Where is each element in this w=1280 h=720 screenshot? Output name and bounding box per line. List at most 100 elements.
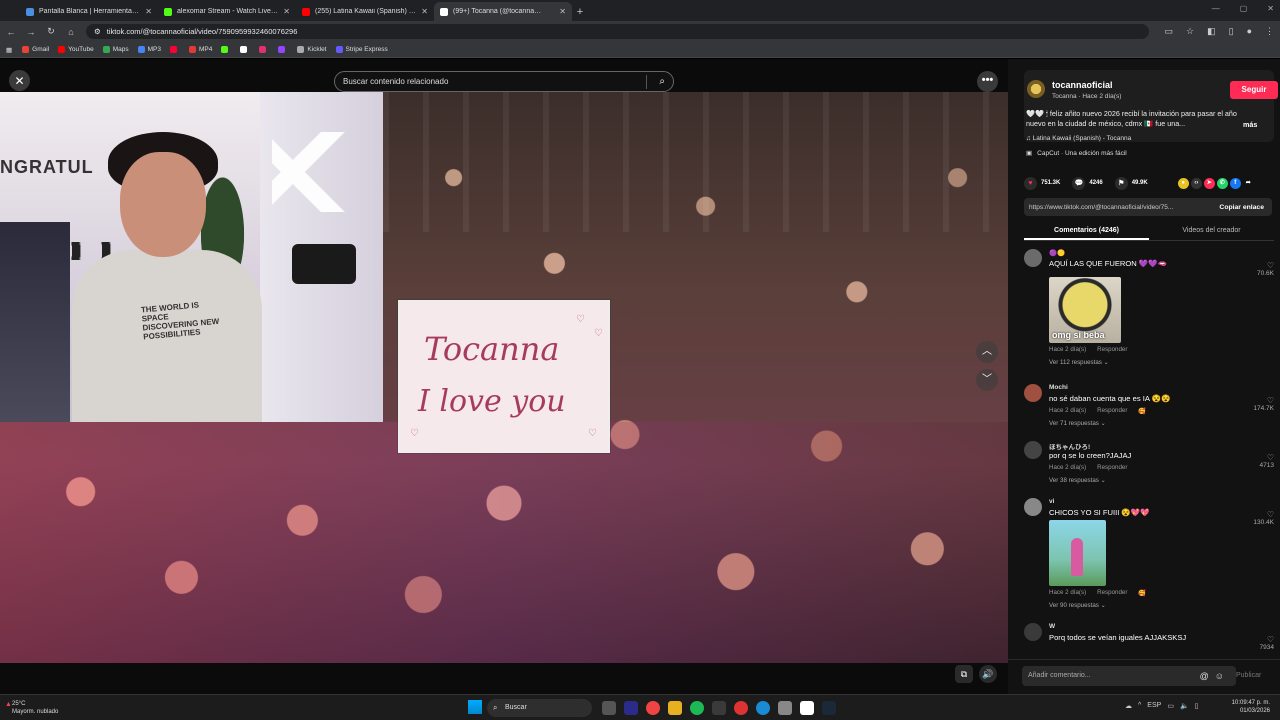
author-avatar[interactable]: [1027, 80, 1045, 98]
browser-menu-icon[interactable]: ⋮: [1265, 26, 1274, 37]
commenter-name[interactable]: vi: [1049, 498, 1054, 505]
spotify-icon[interactable]: [690, 701, 704, 715]
input-language[interactable]: ESP: [1147, 702, 1161, 710]
facebook-icon[interactable]: f: [1229, 177, 1241, 189]
system-clock[interactable]: 10:09:47 p. m. 01/03/2026: [1220, 699, 1270, 715]
forward-icon[interactable]: →: [26, 27, 36, 37]
related-search-input[interactable]: Buscar contenido relacionado ⌕: [334, 71, 674, 92]
send-icon[interactable]: ➤: [1203, 177, 1215, 189]
maximize-button[interactable]: ▢: [1240, 4, 1248, 13]
commenter-avatar[interactable]: [1024, 498, 1042, 516]
mention-emoji-icons[interactable]: @☺: [1200, 666, 1230, 686]
comment-like[interactable]: ♡ 4713: [1260, 453, 1274, 469]
volume-icon[interactable]: 🔊: [979, 665, 997, 683]
weather-widget[interactable]: ▲ 25°C Mayorm. nublado: [5, 700, 58, 716]
browser-tab[interactable]: (99+) Tocanna (@tocanna… ✕: [434, 2, 572, 21]
more-options-icon[interactable]: •••: [977, 71, 998, 92]
edge-icon[interactable]: [756, 701, 770, 715]
tab-comments[interactable]: Comentarios (4246): [1024, 221, 1149, 240]
browser-tab[interactable]: Pantalla Blanca | Herramienta … ✕: [20, 2, 158, 21]
author-name[interactable]: tocannaoficial: [1052, 80, 1113, 90]
close-icon[interactable]: ✕: [9, 70, 30, 91]
comment-like[interactable]: ♡ 70.6K: [1257, 261, 1274, 277]
commenter-name[interactable]: 🟣🟡: [1049, 249, 1065, 257]
extensions-icon[interactable]: ◧: [1207, 26, 1216, 37]
like-stat[interactable]: ♥ 751.3K: [1024, 176, 1060, 190]
bookmark-item[interactable]: Maps: [102, 46, 129, 53]
browser-tab[interactable]: (255) Latina Kawaii (Spanish) - … ✕: [296, 2, 434, 21]
comment-like[interactable]: ♡ 7934: [1260, 635, 1274, 651]
tab-close-icon[interactable]: ✕: [421, 7, 428, 16]
bookmark-item[interactable]: [221, 46, 231, 53]
home-icon[interactable]: ⌂: [66, 27, 76, 37]
pip-icon[interactable]: ⧉: [955, 665, 973, 683]
commenter-avatar[interactable]: [1024, 384, 1042, 402]
close-window-button[interactable]: ✕: [1267, 4, 1274, 13]
comment-input[interactable]: Añadir comentario... @☺: [1022, 666, 1236, 686]
comment-like[interactable]: ♡ 130.4K: [1253, 510, 1274, 526]
music-link[interactable]: ♫ Latina Kawaii (Spanish) - Tocanna: [1026, 135, 1131, 142]
back-icon[interactable]: ←: [6, 27, 16, 37]
bookmark-item[interactable]: [278, 46, 288, 53]
commenter-name[interactable]: Mochi: [1049, 384, 1068, 391]
cast-icon[interactable]: ▭: [1165, 26, 1174, 37]
steam-icon[interactable]: [822, 701, 836, 715]
save-stat[interactable]: ⚑ 49.9K: [1114, 176, 1148, 190]
premiere-icon[interactable]: [624, 701, 638, 715]
view-replies-button[interactable]: Ver 112 respuestas ⌄: [1049, 359, 1109, 366]
reload-icon[interactable]: ↻: [46, 26, 56, 37]
tab-close-icon[interactable]: ✕: [145, 7, 152, 16]
commenter-avatar[interactable]: [1024, 441, 1042, 459]
onedrive-icon[interactable]: ☁: [1125, 702, 1132, 710]
capcut-app-icon[interactable]: [800, 701, 814, 715]
search-icon[interactable]: ⌕: [659, 76, 665, 87]
follow-button[interactable]: Seguir: [1230, 81, 1278, 99]
battery-icon[interactable]: ▯: [1195, 702, 1199, 710]
chevron-down-icon[interactable]: ﹀: [976, 369, 998, 391]
windows-start-icon[interactable]: [468, 700, 482, 714]
post-button[interactable]: Publicar: [1236, 672, 1261, 679]
obs-icon[interactable]: [778, 701, 792, 715]
commenter-name[interactable]: ほちゃんひろ!: [1049, 441, 1090, 451]
bookmark-item[interactable]: Gmail: [22, 46, 49, 53]
coin-icon[interactable]: ●: [1177, 177, 1189, 189]
tray-expand-icon[interactable]: ^: [1138, 702, 1141, 710]
commenter-name[interactable]: W: [1049, 623, 1055, 630]
whatsapp-icon[interactable]: ✆: [1216, 177, 1228, 189]
app-icon[interactable]: [712, 701, 726, 715]
browser-tab[interactable]: alexomar Stream - Watch Live … ✕: [158, 2, 296, 21]
view-replies-button[interactable]: Ver 90 respuestas ⌄: [1049, 602, 1106, 609]
reply-button[interactable]: Responder: [1097, 464, 1127, 471]
bookmark-item[interactable]: [240, 46, 250, 53]
comment-like[interactable]: ♡ 174.7K: [1253, 396, 1274, 412]
bookmark-item[interactable]: Stripe Express: [335, 46, 388, 53]
chrome-icon[interactable]: [646, 701, 660, 715]
view-replies-button[interactable]: Ver 71 respuestas ⌄: [1049, 420, 1106, 427]
taskbar-search[interactable]: ⌕ Buscar: [487, 699, 592, 717]
file-explorer-icon[interactable]: [668, 701, 682, 715]
new-tab-button[interactable]: +: [572, 2, 588, 21]
copy-link-button[interactable]: Copiar enlace: [1211, 204, 1272, 211]
chevron-up-icon[interactable]: ︿: [976, 341, 998, 363]
video-player[interactable]: NGRATUL THE WORLD IS SPACE DISCOVERING N…: [0, 92, 1008, 663]
commenter-avatar[interactable]: [1024, 249, 1042, 267]
minimize-button[interactable]: —: [1212, 4, 1220, 13]
chrome-active-icon[interactable]: [734, 701, 748, 715]
bookmark-item[interactable]: Kicklet: [297, 46, 327, 53]
bookmark-item[interactable]: MP3: [137, 46, 161, 53]
view-replies-button[interactable]: Ver 38 respuestas ⌄: [1049, 477, 1106, 484]
profile-avatar[interactable]: ●: [1247, 26, 1252, 37]
sidepanel-icon[interactable]: ▯: [1229, 26, 1234, 37]
apps-grid-icon[interactable]: ▦: [6, 46, 12, 54]
bookmark-star-icon[interactable]: ☆: [1186, 26, 1194, 37]
embed-icon[interactable]: ‹›: [1190, 177, 1202, 189]
display-icon[interactable]: ▭: [1167, 702, 1174, 710]
more-link[interactable]: más: [1243, 120, 1257, 129]
bookmark-item[interactable]: [169, 46, 180, 53]
site-info-icon[interactable]: ⚙: [94, 27, 101, 36]
tab-creator-videos[interactable]: Videos del creador: [1149, 221, 1274, 240]
bookmark-item[interactable]: MP4: [188, 46, 212, 53]
reply-button[interactable]: Responder: [1097, 346, 1127, 353]
tab-close-icon[interactable]: ✕: [283, 7, 290, 16]
share-arrow-icon[interactable]: ➦: [1243, 178, 1254, 189]
